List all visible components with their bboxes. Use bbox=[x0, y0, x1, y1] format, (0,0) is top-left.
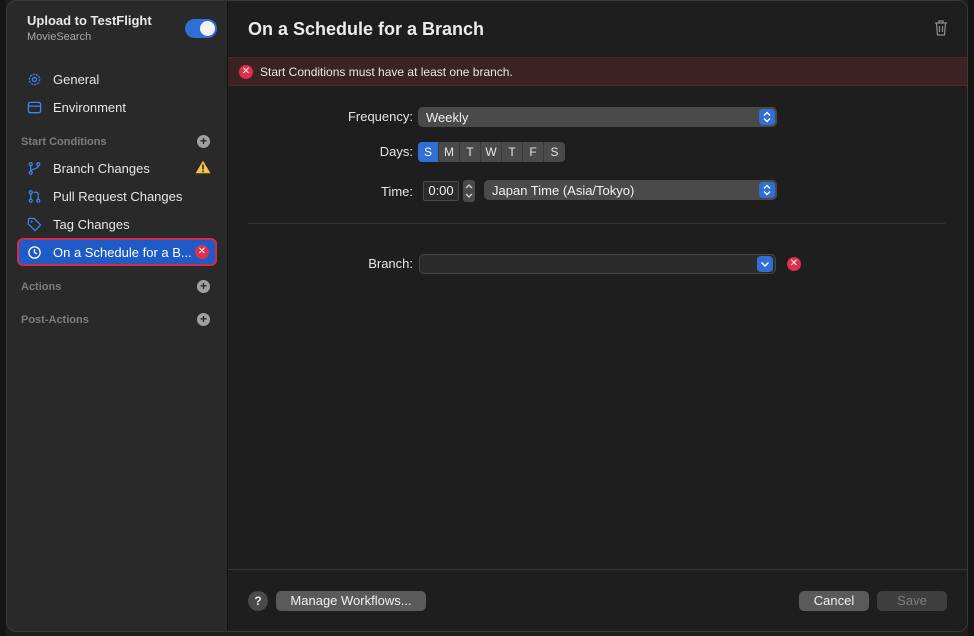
trash-icon[interactable] bbox=[933, 19, 949, 40]
manage-workflows-button[interactable]: Manage Workflows... bbox=[276, 591, 426, 611]
start-conditions-header: Start Conditions bbox=[21, 136, 107, 148]
environment-icon bbox=[25, 98, 43, 116]
pull-request-icon bbox=[25, 187, 43, 205]
sidebar-item-label: Branch Changes bbox=[53, 160, 150, 176]
time-field[interactable]: 0:00 bbox=[423, 181, 459, 201]
day-saturday[interactable]: S bbox=[544, 142, 565, 162]
branch-icon bbox=[25, 159, 43, 177]
toggle-knob bbox=[200, 21, 215, 36]
sidebar-item-branch-changes[interactable]: Branch Changes bbox=[19, 155, 216, 181]
error-message: Start Conditions must have at least one … bbox=[260, 64, 513, 79]
time-stepper[interactable] bbox=[463, 180, 475, 202]
post-actions-header: Post-Actions bbox=[21, 314, 89, 326]
workflow-editor-sheet: Upload to TestFlight MovieSearch General… bbox=[6, 0, 968, 632]
chevron-updown-icon bbox=[759, 182, 775, 198]
sidebar-item-general[interactable]: General bbox=[19, 66, 216, 92]
sidebar-item-label: Environment bbox=[53, 99, 126, 115]
error-icon: ✕ bbox=[195, 245, 209, 259]
timezone-value: Japan Time (Asia/Tokyo) bbox=[492, 182, 635, 198]
warning-icon bbox=[195, 160, 211, 177]
branch-label: Branch: bbox=[368, 256, 413, 271]
sidebar-item-tag-changes[interactable]: Tag Changes bbox=[19, 211, 216, 237]
day-sunday[interactable]: S bbox=[418, 142, 439, 162]
sidebar-item-label: General bbox=[53, 71, 100, 87]
cancel-button[interactable]: Cancel bbox=[799, 591, 869, 611]
help-button[interactable]: ? bbox=[248, 591, 268, 611]
day-friday[interactable]: F bbox=[523, 142, 544, 162]
branch-select[interactable] bbox=[419, 254, 776, 274]
gear-icon bbox=[25, 70, 43, 88]
clock-icon bbox=[25, 243, 43, 261]
divider bbox=[248, 223, 945, 224]
sidebar-item-schedule-branch[interactable]: On a Schedule for a B... ✕ bbox=[17, 238, 217, 266]
day-tuesday[interactable]: T bbox=[460, 142, 481, 162]
sidebar-item-label: On a Schedule for a B... bbox=[53, 244, 192, 260]
sidebar-item-label: Tag Changes bbox=[53, 216, 130, 232]
add-start-condition-button[interactable]: + bbox=[197, 135, 210, 148]
frequency-select[interactable]: Weekly bbox=[418, 107, 777, 127]
add-action-button[interactable]: + bbox=[197, 280, 210, 293]
workflow-title: Upload to TestFlight bbox=[27, 13, 152, 28]
day-monday[interactable]: M bbox=[439, 142, 460, 162]
timezone-select[interactable]: Japan Time (Asia/Tokyo) bbox=[484, 180, 777, 200]
sidebar-item-environment[interactable]: Environment bbox=[19, 94, 216, 120]
day-thursday[interactable]: T bbox=[502, 142, 523, 162]
tag-icon bbox=[25, 215, 43, 233]
days-segmented-control: S M T W T F S bbox=[418, 142, 565, 162]
background-window-edge-right bbox=[968, 0, 974, 636]
actions-header: Actions bbox=[21, 281, 62, 293]
save-button[interactable]: Save bbox=[877, 591, 947, 611]
branch-error-icon: ✕ bbox=[787, 257, 801, 271]
frequency-value: Weekly bbox=[426, 109, 469, 125]
page-title: On a Schedule for a Branch bbox=[248, 19, 485, 39]
error-icon: ✕ bbox=[239, 64, 253, 79]
sidebar-item-label: Pull Request Changes bbox=[53, 188, 183, 204]
sidebar-item-pull-request-changes[interactable]: Pull Request Changes bbox=[19, 183, 216, 209]
chevron-updown-icon bbox=[759, 109, 775, 125]
footer-divider bbox=[228, 569, 967, 570]
day-wednesday[interactable]: W bbox=[481, 142, 502, 162]
time-label: Time: bbox=[380, 184, 413, 199]
workflow-subtitle: MovieSearch bbox=[27, 31, 92, 43]
days-label: Days: bbox=[379, 144, 413, 159]
chevron-down-icon bbox=[757, 256, 773, 272]
sidebar: Upload to TestFlight MovieSearch General… bbox=[7, 1, 228, 631]
error-banner: ✕ Start Conditions must have at least on… bbox=[228, 57, 967, 86]
frequency-label: Frequency: bbox=[347, 109, 413, 124]
workflow-enabled-toggle[interactable] bbox=[185, 19, 217, 38]
add-post-action-button[interactable]: + bbox=[197, 313, 210, 326]
detail-pane: On a Schedule for a Branch ✕ Start Condi… bbox=[228, 1, 967, 631]
